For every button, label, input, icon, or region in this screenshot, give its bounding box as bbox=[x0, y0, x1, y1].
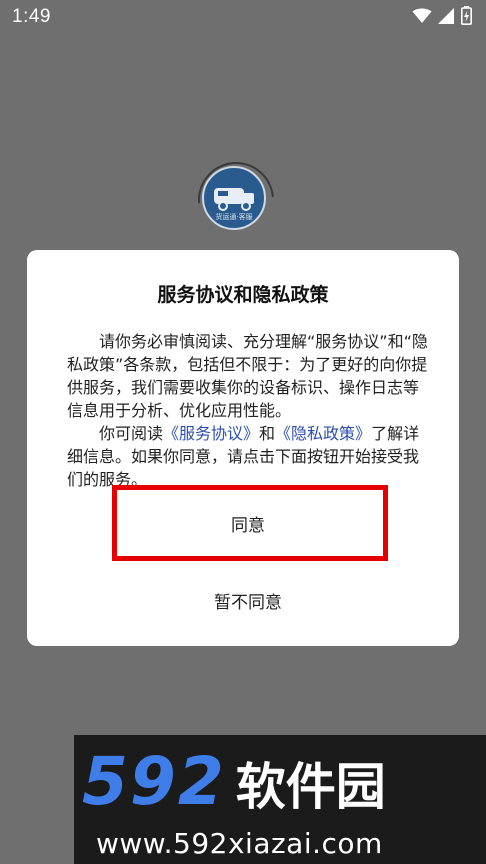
status-icons bbox=[412, 6, 472, 25]
links-and: 和 bbox=[259, 424, 276, 443]
links-prefix: 你可阅读 bbox=[99, 424, 164, 443]
service-agreement-link[interactable]: 《服务协议》 bbox=[163, 424, 259, 443]
wifi-icon bbox=[412, 7, 432, 25]
agreement-paragraph: 请你务必审慎阅读、充分理解“服务协议”和“隐私政策”各条款，包括但不限于：为了更… bbox=[67, 332, 428, 420]
decline-button[interactable]: 暂不同意 bbox=[110, 577, 386, 623]
watermark-brand: 软件园 bbox=[235, 758, 386, 816]
battery-icon bbox=[461, 6, 472, 25]
app-logo-text: 货运通·客服 bbox=[215, 213, 253, 221]
watermark-number: 592 bbox=[82, 743, 226, 820]
status-bar: 1:49 bbox=[0, 0, 486, 36]
watermark-logo: 592 软件园 bbox=[82, 749, 386, 815]
agree-button[interactable]: 同意 bbox=[110, 485, 386, 561]
dialog-body: 请你务必审慎阅读、充分理解“服务协议”和“隐私政策”各条款，包括但不限于：为了更… bbox=[67, 330, 429, 491]
status-time: 1:49 bbox=[12, 6, 51, 27]
links-paragraph: 你可阅读《服务协议》和《隐私政策》了解详细信息。如果你同意，请点击下面按钮开始接… bbox=[67, 422, 429, 491]
consent-dialog: 服务协议和隐私政策 请你务必审慎阅读、充分理解“服务协议”和“隐私政策”各条款，… bbox=[27, 250, 459, 646]
app-logo: 货运通·客服 bbox=[202, 166, 266, 230]
watermark-url: www.592xiazai.com bbox=[96, 827, 383, 860]
privacy-policy-link[interactable]: 《隐私政策》 bbox=[275, 424, 371, 443]
signal-icon bbox=[438, 7, 455, 25]
dialog-title: 服务协议和隐私政策 bbox=[157, 284, 329, 306]
site-watermark: 592 软件园 www.592xiazai.com bbox=[74, 735, 486, 864]
